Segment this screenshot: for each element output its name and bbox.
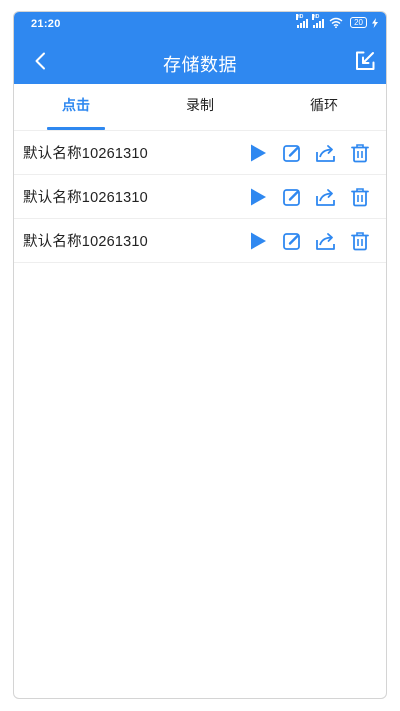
charging-icon [372,17,378,28]
record-name: 默认名称10261310 [23,146,148,162]
play-button[interactable] [246,141,270,165]
import-button[interactable] [354,50,376,72]
battery-icon: 20 [350,17,367,28]
record-list: 默认名称10261310 默认名称10261310 默认名称10261310 [14,131,386,263]
tab-record[interactable]: 录制 [138,84,262,130]
signal-icon: HD [296,14,309,28]
delete-button[interactable] [348,229,372,253]
share-icon [316,232,335,250]
tab-loop[interactable]: 循环 [262,84,386,130]
play-button[interactable] [246,185,270,209]
row-actions [246,229,372,253]
edit-button[interactable] [280,141,304,165]
share-button[interactable] [314,141,338,165]
edit-icon [283,232,300,250]
trash-icon [351,143,369,162]
record-name: 默认名称10261310 [23,234,148,250]
signal-hd-label-2: HD [312,14,320,20]
share-icon [316,144,335,162]
play-icon [251,232,266,249]
trash-icon [351,231,369,250]
row-actions [246,185,372,209]
tab-bar: 点击 录制 循环 [14,84,386,131]
delete-button[interactable] [348,141,372,165]
share-icon [316,188,335,206]
trash-icon [351,187,369,206]
signal-icon-2: HD [312,14,325,28]
edit-icon [283,144,300,162]
list-item[interactable]: 默认名称10261310 [14,175,386,219]
edit-icon [283,188,300,206]
play-icon [251,188,266,205]
import-arrow-icon [356,51,375,70]
tab-click[interactable]: 点击 [14,84,138,130]
delete-button[interactable] [348,185,372,209]
edit-button[interactable] [280,185,304,209]
wifi-icon [329,17,343,28]
list-item[interactable]: 默认名称10261310 [14,131,386,175]
record-name: 默认名称10261310 [23,190,148,206]
play-icon [251,144,266,161]
active-tab-indicator [47,127,105,130]
tab-click-label: 点击 [62,97,90,113]
play-button[interactable] [246,229,270,253]
app-window: 21:20 HD HD 20 存储数据 点击 录制 循环 默认名称1026131… [13,11,387,699]
share-button[interactable] [314,185,338,209]
battery-level: 20 [354,18,363,27]
row-actions [246,141,372,165]
list-item[interactable]: 默认名称10261310 [14,219,386,263]
edit-button[interactable] [280,229,304,253]
tab-record-label: 录制 [186,97,214,113]
app-bar: 存储数据 [14,38,386,84]
status-time: 21:20 [31,18,61,30]
signal-hd-label: HD [296,14,304,20]
tab-loop-label: 循环 [310,97,338,113]
status-bar: 21:20 HD HD 20 [14,12,386,38]
share-button[interactable] [314,229,338,253]
status-icons: HD HD 20 [296,14,378,28]
page-title: 存储数据 [163,55,237,75]
